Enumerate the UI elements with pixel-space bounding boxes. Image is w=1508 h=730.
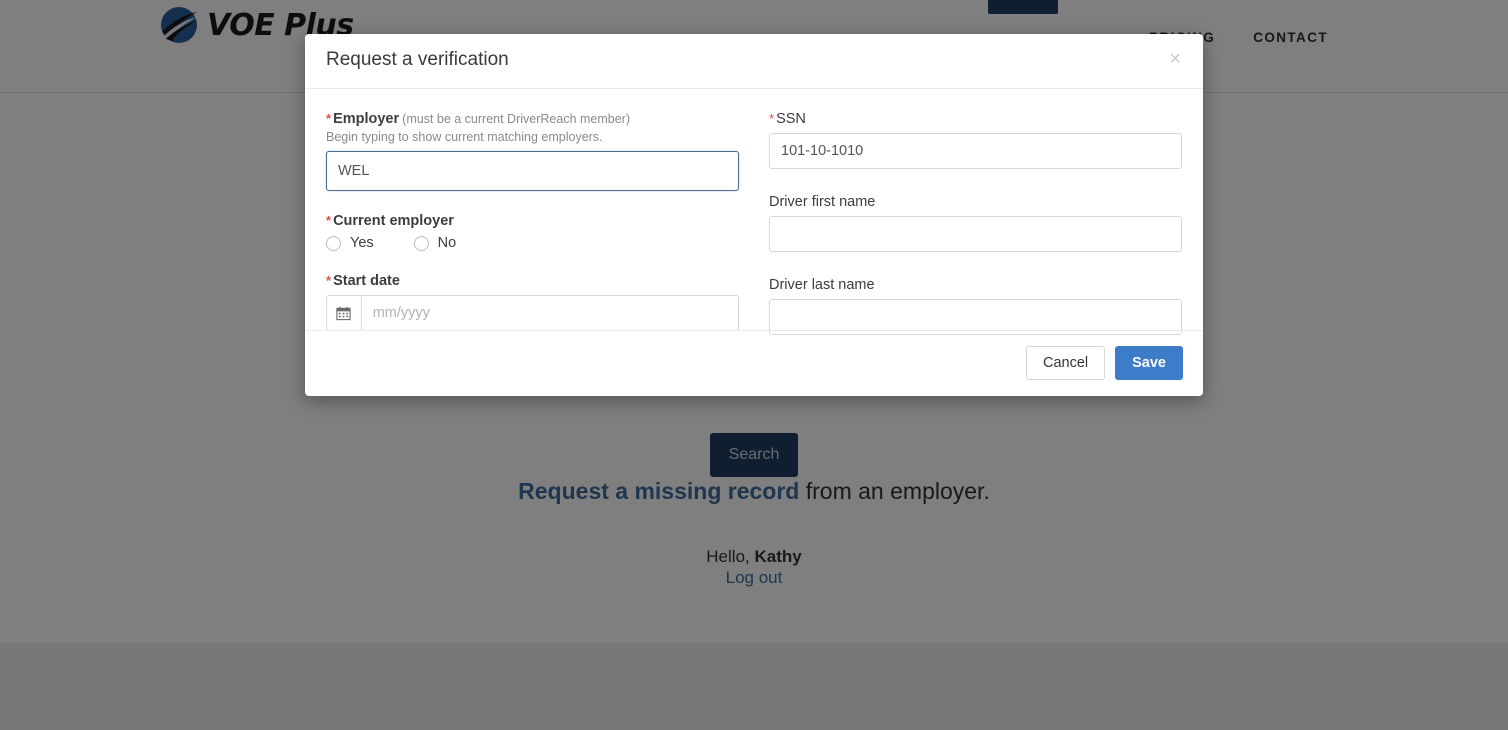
modal-footer: Cancel Save bbox=[305, 330, 1203, 396]
page-root: VOE Plus PRICING CONTACT Search Request … bbox=[0, 0, 1508, 730]
ssn-label-text: SSN bbox=[776, 111, 806, 127]
ssn-field: * SSN bbox=[769, 111, 1182, 169]
radio-circle-icon[interactable] bbox=[326, 235, 341, 251]
driver-first-name-label: Driver first name bbox=[769, 194, 876, 210]
close-icon[interactable]: × bbox=[1165, 45, 1185, 73]
calendar-icon[interactable] bbox=[326, 295, 361, 331]
radio-label-no: No bbox=[437, 235, 457, 251]
employer-input[interactable] bbox=[326, 151, 739, 191]
radio-option-yes[interactable]: Yes bbox=[326, 235, 374, 251]
required-asterisk-icon: * bbox=[326, 213, 332, 228]
current-employer-label-text: Current employer bbox=[333, 213, 454, 229]
employer-label-text: Employer bbox=[333, 111, 400, 127]
employer-label-hint: (must be a current DriverReach member) bbox=[402, 112, 631, 126]
start-date-field: * Start date bbox=[326, 273, 739, 331]
driver-last-name-label: Driver last name bbox=[769, 277, 875, 293]
modal-title: Request a verification bbox=[326, 49, 509, 70]
radio-label-yes: Yes bbox=[350, 235, 374, 251]
save-button[interactable]: Save bbox=[1115, 346, 1183, 380]
start-date-input-group bbox=[326, 295, 739, 331]
driver-first-name-field: Driver first name bbox=[769, 194, 1182, 252]
request-verification-modal: Request a verification × * Employer (must … bbox=[305, 34, 1203, 396]
radio-circle-icon[interactable] bbox=[413, 235, 429, 251]
cancel-button[interactable]: Cancel bbox=[1025, 346, 1106, 380]
modal-footer-buttons: Cancel Save bbox=[1025, 346, 1183, 380]
employer-field: * Employer (must be a current DriverReach … bbox=[326, 111, 739, 191]
form-right-column: *SSN Driver first name Driver last name bbox=[769, 111, 1182, 335]
required-asterisk-icon: * bbox=[326, 273, 332, 288]
ssn-input[interactable] bbox=[769, 133, 1182, 169]
start-date-label: * Start date bbox=[326, 273, 739, 289]
start-date-label-text: Start date bbox=[333, 273, 400, 289]
current-employer-field: * Current employer Yes No bbox=[326, 213, 739, 251]
required-asterisk-icon: * bbox=[326, 111, 332, 126]
current-employer-label: * Current employer bbox=[326, 213, 739, 229]
driver-first-name-input[interactable] bbox=[769, 216, 1182, 252]
current-employer-radio-group: Yes No bbox=[326, 235, 739, 251]
driver-last-name-field: Driver last name bbox=[769, 277, 1182, 335]
modal-body: * Employer (must be a current DriverReach … bbox=[305, 89, 1203, 335]
form-left-column: * Employer (must be a current DriverReach … bbox=[326, 111, 739, 335]
start-date-input[interactable] bbox=[360, 295, 739, 331]
required-asterisk-icon: * bbox=[769, 111, 775, 126]
ssn-label: * SSN bbox=[769, 111, 1182, 127]
modal-header: Request a verification × bbox=[305, 34, 1203, 89]
employer-sublabel: Begin typing to show current matching em… bbox=[326, 130, 603, 144]
form-grid: * Employer (must be a current DriverReach … bbox=[326, 111, 1182, 335]
radio-option-no[interactable]: No bbox=[413, 235, 457, 251]
employer-label: * Employer (must be a current DriverReach … bbox=[326, 111, 739, 127]
